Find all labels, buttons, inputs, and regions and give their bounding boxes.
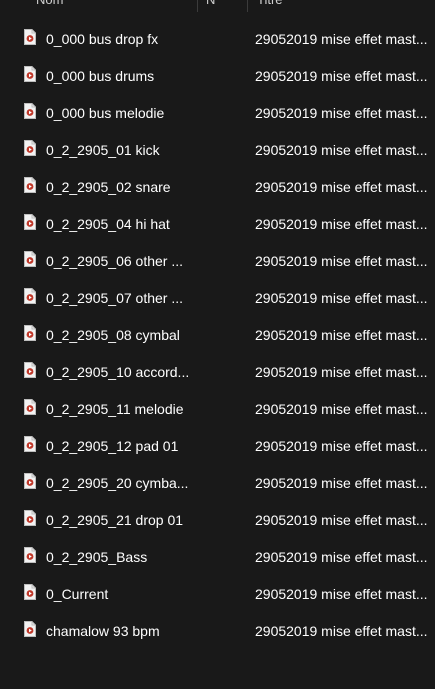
- audio-file-icon: [24, 621, 36, 637]
- audio-file-icon: [24, 473, 36, 489]
- file-row[interactable]: chamalow 93 bpm 29052019 mise effet mast.…: [0, 612, 435, 649]
- file-row[interactable]: 0_2_2905_21 drop 01 29052019 mise effet m…: [0, 501, 435, 538]
- audio-file-icon: [24, 103, 36, 119]
- file-title: 29052019 mise effet mast...: [255, 327, 428, 343]
- file-title: 29052019 mise effet mast...: [255, 586, 428, 602]
- file-title: 29052019 mise effet mast...: [255, 290, 428, 306]
- file-row[interactable]: 0_2_2905_20 cymba... 29052019 mise effet …: [0, 464, 435, 501]
- file-title: 29052019 mise effet mast...: [255, 216, 428, 232]
- audio-file-icon: [24, 510, 36, 526]
- file-title: 29052019 mise effet mast...: [255, 549, 428, 565]
- file-name: chamalow 93 bpm: [46, 623, 160, 639]
- file-name: 0_000 bus drums: [46, 68, 155, 84]
- column-header-number[interactable]: N°: [206, 0, 221, 8]
- audio-file-icon: [24, 399, 36, 415]
- file-title: 29052019 mise effet mast...: [255, 179, 428, 195]
- column-separator[interactable]: [197, 0, 198, 12]
- column-header-name[interactable]: Nom: [36, 0, 63, 8]
- audio-file-icon: [24, 362, 36, 378]
- file-name: 0_2_2905_07 other ...: [46, 290, 184, 306]
- file-title: 29052019 mise effet mast...: [255, 475, 428, 491]
- file-row[interactable]: 0_000 bus drop fx 29052019 mise effet mas…: [0, 20, 435, 57]
- audio-file-icon: [24, 214, 36, 230]
- column-header-title[interactable]: Titre: [257, 0, 283, 8]
- file-list: 0_000 bus drop fx 29052019 mise effet mas…: [0, 20, 435, 649]
- file-name: 0_2_2905_08 cymbal: [46, 327, 180, 343]
- file-title: 29052019 mise effet mast...: [255, 253, 428, 269]
- file-row[interactable]: 0_2_2905_04 hi hat 29052019 mise effet ma…: [0, 205, 435, 242]
- file-title: 29052019 mise effet mast...: [255, 364, 428, 380]
- file-name: 0_2_2905_04 hi hat: [46, 216, 170, 232]
- file-row[interactable]: 0_2_2905_01 kick 29052019 mise effet mast…: [0, 131, 435, 168]
- audio-file-icon: [24, 29, 36, 45]
- file-row[interactable]: 0_2_2905_06 other ... 29052019 mise effet…: [0, 242, 435, 279]
- file-name: 0_2_2905_11 melodie: [46, 401, 184, 417]
- file-name: 0_Current: [46, 586, 109, 602]
- file-name: 0_2_2905_21 drop 01: [46, 512, 184, 528]
- file-row[interactable]: 0_2_2905_12 pad 01 29052019 mise effet ma…: [0, 427, 435, 464]
- file-name: 0_000 bus melodie: [46, 105, 165, 121]
- file-row[interactable]: 0_2_2905_Bass 29052019 mise effet mast...: [0, 538, 435, 575]
- file-name: 0_2_2905_10 accord...: [46, 364, 190, 380]
- file-title: 29052019 mise effet mast...: [255, 105, 428, 121]
- file-name: 0_2_2905_02 snare: [46, 179, 171, 195]
- file-name: 0_2_2905_12 pad 01: [46, 438, 179, 454]
- file-title: 29052019 mise effet mast...: [255, 438, 428, 454]
- file-title: 29052019 mise effet mast...: [255, 68, 428, 84]
- file-row[interactable]: 0_2_2905_11 melodie 29052019 mise effet m…: [0, 390, 435, 427]
- audio-file-icon: [24, 66, 36, 82]
- file-name: 0_000 bus drop fx: [46, 31, 159, 47]
- file-title: 29052019 mise effet mast...: [255, 401, 428, 417]
- audio-file-icon: [24, 325, 36, 341]
- file-row[interactable]: 0_2_2905_02 snare 29052019 mise effet mas…: [0, 168, 435, 205]
- file-row[interactable]: 0_000 bus drums 29052019 mise effet mast.…: [0, 57, 435, 94]
- file-row[interactable]: 0_2_2905_07 other ... 29052019 mise effet…: [0, 279, 435, 316]
- file-row[interactable]: 0_2_2905_08 cymbal 29052019 mise effet ma…: [0, 316, 435, 353]
- column-separator[interactable]: [247, 0, 248, 12]
- file-name: 0_2_2905_Bass: [46, 549, 148, 565]
- column-header-bar: Nom N° Titre: [0, 0, 435, 12]
- audio-file-icon: [24, 288, 36, 304]
- file-title: 29052019 mise effet mast...: [255, 623, 428, 639]
- audio-file-icon: [24, 251, 36, 267]
- audio-file-icon: [24, 177, 36, 193]
- file-name: 0_2_2905_06 other ...: [46, 253, 184, 269]
- audio-file-icon: [24, 584, 36, 600]
- file-name: 0_2_2905_20 cymba...: [46, 475, 189, 491]
- file-title: 29052019 mise effet mast...: [255, 512, 428, 528]
- audio-file-icon: [24, 436, 36, 452]
- audio-file-icon: [24, 547, 36, 563]
- file-row[interactable]: 0_2_2905_10 accord... 29052019 mise effet…: [0, 353, 435, 390]
- file-title: 29052019 mise effet mast...: [255, 31, 428, 47]
- file-title: 29052019 mise effet mast...: [255, 142, 428, 158]
- file-row[interactable]: 0_000 bus melodie 29052019 mise effet mas…: [0, 94, 435, 131]
- file-name: 0_2_2905_01 kick: [46, 142, 160, 158]
- audio-file-icon: [24, 140, 36, 156]
- file-row[interactable]: 0_Current 29052019 mise effet mast...: [0, 575, 435, 612]
